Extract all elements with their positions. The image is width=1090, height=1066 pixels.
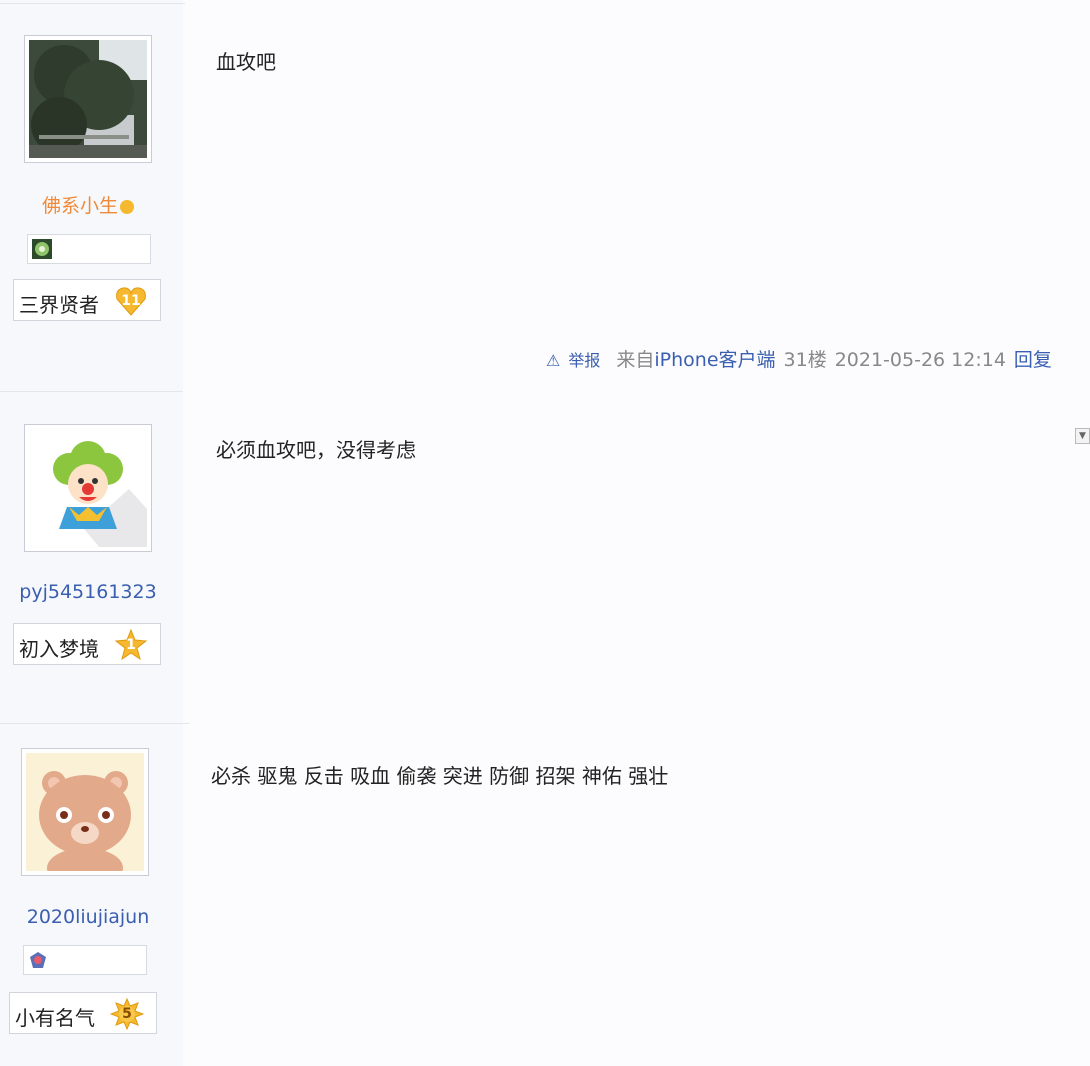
floor-number: 31楼 xyxy=(783,349,827,371)
avatar[interactable] xyxy=(21,748,149,876)
post-content: 血攻吧 xyxy=(216,50,276,74)
vip-icon xyxy=(120,199,134,214)
avatar[interactable] xyxy=(24,424,152,552)
bear-avatar xyxy=(26,753,144,871)
level-box[interactable]: 小有名气 5 xyxy=(9,992,157,1034)
warning-icon: ⚠ xyxy=(546,351,561,370)
post-divider xyxy=(0,723,190,724)
clown-avatar xyxy=(29,429,147,547)
level-number: 1 xyxy=(126,637,136,653)
collapse-arrow-icon[interactable]: ▼ xyxy=(1075,428,1090,444)
badge-box xyxy=(27,234,151,264)
level-number: 5 xyxy=(122,1006,132,1022)
post-divider xyxy=(0,391,183,392)
username[interactable]: 2020liujiajun xyxy=(0,906,176,928)
post-meta: ⚠ 举报 来自iPhone客户端 31楼 2021-05-26 12:14 回复 xyxy=(546,345,1060,372)
username[interactable]: pyj545161323 xyxy=(0,581,176,603)
source-client-link[interactable]: iPhone客户端 xyxy=(654,349,775,371)
avatar[interactable] xyxy=(24,35,152,163)
level-box[interactable]: 初入梦境 1 xyxy=(13,623,161,665)
level-title: 初入梦境 xyxy=(19,637,99,661)
level-title: 三界贤者 xyxy=(19,293,99,317)
reply-button[interactable]: 回复 xyxy=(1014,349,1052,371)
post-divider xyxy=(0,3,185,4)
tree-photo-avatar xyxy=(29,40,147,158)
badge-box xyxy=(23,945,147,975)
report-link[interactable]: ⚠ 举报 xyxy=(546,351,608,370)
post-datetime: 2021-05-26 12:14 xyxy=(834,349,1006,371)
username[interactable]: 佛系小生 xyxy=(0,191,176,218)
post-content: 必须血攻吧，没得考虑 xyxy=(216,438,416,462)
level-box[interactable]: 三界贤者 11 xyxy=(13,279,161,321)
level-title: 小有名气 xyxy=(15,1006,95,1030)
level-number: 11 xyxy=(121,293,141,309)
blue-crest-badge-icon[interactable] xyxy=(28,950,48,970)
post-content: 必杀 驱鬼 反击 吸血 偷袭 突进 防御 招架 神佑 强壮 xyxy=(211,764,669,788)
green-circle-badge-icon[interactable] xyxy=(32,239,52,259)
source-prefix: 来自 xyxy=(616,349,655,371)
